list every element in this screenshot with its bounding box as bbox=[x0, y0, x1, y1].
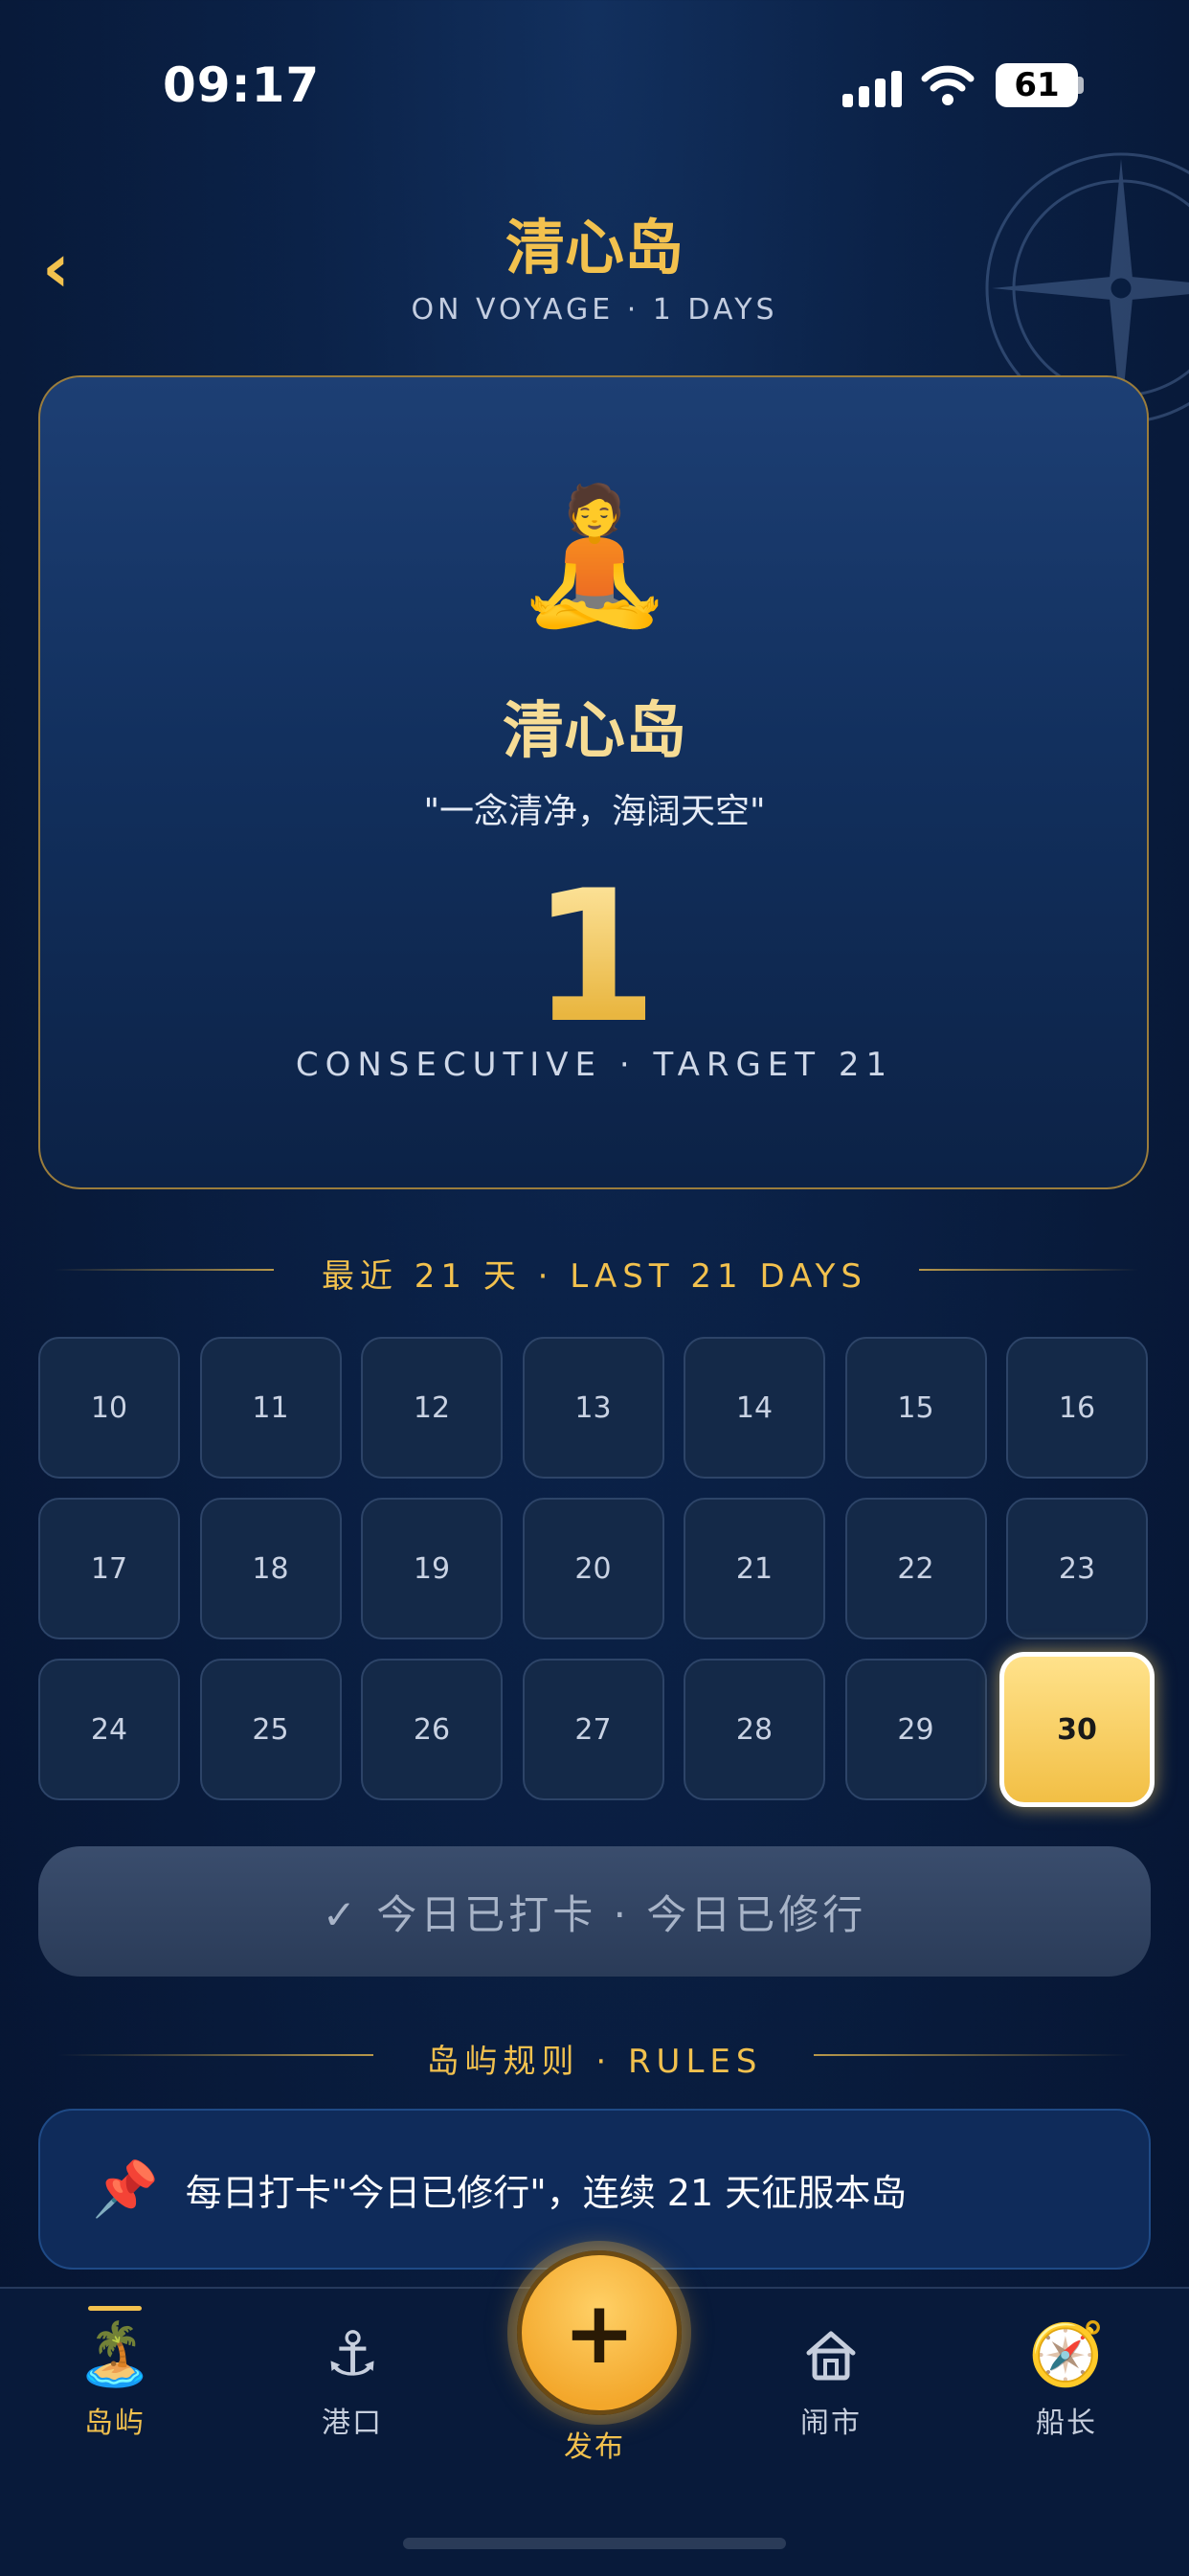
day-cell[interactable]: 13 bbox=[522, 1337, 664, 1479]
tab-island[interactable]: 🏝️ 岛屿 bbox=[29, 2306, 201, 2441]
divider-right bbox=[814, 2054, 1130, 2056]
day-cell[interactable]: 24 bbox=[38, 1659, 180, 1800]
rule-text: 每日打卡"今日已修行"，连续 21 天征服本岛 bbox=[185, 2171, 908, 2214]
battery-tip bbox=[1078, 77, 1084, 94]
tab-captain[interactable]: 🧭 船长 bbox=[980, 2316, 1153, 2441]
tab-label: 港口 bbox=[322, 2407, 383, 2440]
publish-label: 发布 bbox=[564, 2430, 625, 2464]
streak-count: 1 bbox=[0, 862, 1189, 1053]
day-cell[interactable]: 14 bbox=[684, 1337, 825, 1479]
day-cell[interactable]: 27 bbox=[522, 1659, 664, 1800]
island-quote: "一念清净，海阔天空" bbox=[423, 792, 766, 831]
day-cell[interactable]: 22 bbox=[844, 1498, 987, 1639]
day-cell[interactable]: 23 bbox=[1006, 1498, 1148, 1639]
divider-right bbox=[919, 1269, 1139, 1271]
meditation-icon: 🧘 bbox=[512, 479, 677, 633]
status-time: 09:17 bbox=[163, 57, 321, 113]
streak-target: CONSECUTIVE · TARGET 21 bbox=[295, 1046, 894, 1084]
day-cell[interactable]: 12 bbox=[361, 1337, 503, 1479]
tab-label: 岛屿 bbox=[84, 2407, 146, 2440]
day-cell[interactable]: 15 bbox=[844, 1337, 987, 1479]
battery-icon: 61 bbox=[996, 63, 1078, 107]
day-cell[interactable]: 10 bbox=[38, 1337, 180, 1479]
tab-market[interactable]: 闹市 bbox=[745, 2316, 917, 2441]
day-cell[interactable]: 17 bbox=[38, 1498, 180, 1639]
island-name: 清心岛 bbox=[503, 696, 686, 767]
home-indicator bbox=[403, 2538, 786, 2549]
signal-icon bbox=[842, 69, 904, 107]
tab-harbor[interactable]: ⚓ 港口 bbox=[266, 2316, 438, 2441]
rule-card: 📌 每日打卡"今日已修行"，连续 21 天征服本岛 bbox=[38, 2109, 1151, 2270]
day-cell[interactable]: 28 bbox=[684, 1659, 825, 1800]
day-cell[interactable]: 25 bbox=[199, 1659, 342, 1800]
compass-icon: 🧭 bbox=[1028, 2319, 1105, 2390]
active-indicator bbox=[88, 2306, 142, 2311]
wifi-icon bbox=[921, 65, 975, 105]
day-cell[interactable]: 18 bbox=[199, 1498, 342, 1639]
tab-label: 船长 bbox=[1036, 2407, 1097, 2440]
pin-icon: 📌 bbox=[92, 2158, 159, 2221]
day-cell[interactable]: 21 bbox=[684, 1498, 825, 1639]
day-cell[interactable]: 11 bbox=[199, 1337, 342, 1479]
rules-heading: 岛屿规则 · RULES bbox=[426, 2043, 763, 2081]
day-cell[interactable]: 16 bbox=[1006, 1337, 1148, 1479]
history-heading: 最近 21 天 · LAST 21 DAYS bbox=[321, 1257, 868, 1296]
day-cell[interactable]: 19 bbox=[361, 1498, 503, 1639]
day-cell[interactable]: 20 bbox=[522, 1498, 664, 1639]
house-icon bbox=[745, 2316, 917, 2393]
plus-icon: + bbox=[563, 2282, 636, 2384]
checkin-done-button[interactable]: ✓ 今日已打卡 · 今日已修行 bbox=[38, 1846, 1151, 1977]
day-cell[interactable]: 29 bbox=[844, 1659, 987, 1800]
anchor-icon: ⚓ bbox=[325, 2319, 380, 2390]
island-icon: 🏝️ bbox=[77, 2319, 153, 2390]
day-cell[interactable]: 26 bbox=[361, 1659, 503, 1800]
tab-label: 闹市 bbox=[800, 2407, 862, 2440]
publish-button[interactable]: + bbox=[517, 2250, 682, 2415]
day-cell-today[interactable]: 30 bbox=[999, 1652, 1155, 1807]
